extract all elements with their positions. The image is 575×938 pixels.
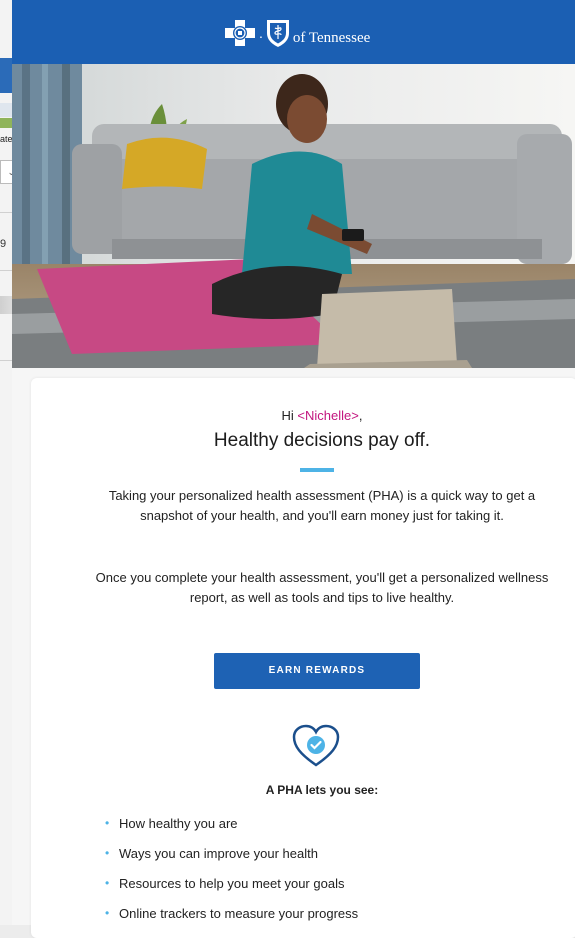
list-item: How healthy you are — [105, 816, 358, 846]
heart-check-icon — [292, 724, 340, 767]
content-card: Hi <Nichelle>, Healthy decisions pay off… — [31, 378, 575, 938]
hero-image — [12, 64, 575, 368]
earn-rewards-button[interactable]: EARN REWARDS — [214, 653, 420, 689]
registered-mark: . — [259, 25, 263, 41]
benefits-list: How healthy you are Ways you can improve… — [105, 816, 358, 936]
email-header: . of Tennessee — [12, 0, 575, 64]
details-paragraph: Once you complete your health assessment… — [95, 570, 549, 605]
greeting-comma: , — [358, 408, 363, 423]
brand-name: of Tennessee — [292, 29, 371, 46]
list-item: Resources to help you meet your goals — [105, 876, 358, 906]
recipient-name: <Nichelle> — [297, 408, 359, 423]
list-heading: A PHA lets you see: — [265, 783, 379, 797]
brand-logo[interactable]: . of Tennessee — [224, 18, 370, 48]
email-container: . of Tennessee Hi <Nichelle>, Healthy de… — [12, 0, 575, 938]
cross-logo-icon — [225, 20, 255, 46]
shield-logo-icon — [266, 20, 289, 47]
list-item: Ways you can improve your health — [105, 846, 358, 876]
background-app-text: ate — [0, 134, 13, 144]
headline: Healthy decisions pay off. — [213, 430, 431, 451]
greeting: Hi <Nichelle>, — [31, 408, 575, 423]
accent-divider — [300, 468, 334, 472]
list-item: Online trackers to measure your progress — [105, 906, 358, 936]
greeting-hi: Hi — [281, 408, 294, 423]
intro-paragraph: Taking your personalized health assessme… — [108, 488, 536, 523]
background-app-text-2: 9 — [0, 238, 7, 250]
